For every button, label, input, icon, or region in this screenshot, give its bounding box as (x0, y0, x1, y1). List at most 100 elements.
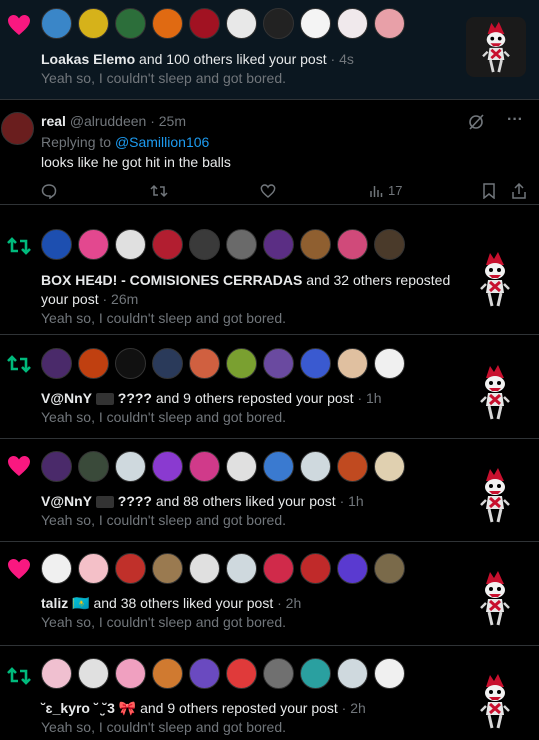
avatar[interactable] (1, 112, 34, 145)
reply-author-name[interactable]: real (41, 113, 66, 129)
avatar[interactable] (41, 658, 72, 689)
avatar[interactable] (78, 229, 109, 260)
avatar[interactable] (374, 658, 405, 689)
actor-name[interactable]: ˘ɛ_kyro ˘ ̮̮˘3 (41, 700, 115, 716)
repost-icon[interactable] (150, 183, 168, 199)
avatar[interactable] (337, 348, 368, 379)
avatar[interactable] (41, 451, 72, 482)
avatar[interactable] (152, 8, 183, 39)
reply-time[interactable]: · 25m (150, 113, 186, 129)
avatar[interactable] (300, 451, 331, 482)
share-icon[interactable] (511, 183, 527, 199)
avatar[interactable] (189, 451, 220, 482)
avatar[interactable] (115, 348, 146, 379)
notification-repost[interactable]: ˘ɛ_kyro ˘ ̮̮˘3 🎀 and 9 others reposted y… (0, 646, 539, 740)
avatar[interactable] (152, 229, 183, 260)
avatar[interactable] (226, 553, 257, 584)
actor-name[interactable]: BOX HE4D! - COMISIONES CERRADAS (41, 272, 302, 288)
post-preview[interactable]: Yeah so, I couldn't sleep and got bored. (41, 719, 286, 735)
replying-to-link[interactable]: @Samillion106 (115, 134, 209, 150)
avatar[interactable] (41, 229, 72, 260)
avatar[interactable] (263, 658, 294, 689)
notification-reply[interactable]: real @alruddeen · 25m ··· Replying to @S… (0, 100, 539, 205)
notification-like[interactable]: V@NnY ???? and 88 others liked your post… (0, 439, 539, 542)
avatar[interactable] (226, 658, 257, 689)
notification-like[interactable]: Loakas Elemo and 100 others liked your p… (0, 0, 539, 100)
post-preview[interactable]: Yeah so, I couldn't sleep and got bored. (41, 310, 286, 326)
avatar[interactable] (189, 348, 220, 379)
post-preview[interactable]: Yeah so, I couldn't sleep and got bored. (41, 70, 286, 86)
actor-name[interactable]: V@NnY (41, 493, 92, 509)
avatar[interactable] (300, 553, 331, 584)
views-button[interactable]: 17 (370, 183, 402, 198)
avatar[interactable] (263, 8, 294, 39)
avatar[interactable] (300, 658, 331, 689)
avatar[interactable] (115, 229, 146, 260)
avatar[interactable] (189, 658, 220, 689)
more-icon[interactable]: ··· (507, 111, 523, 129)
post-thumbnail[interactable] (480, 569, 510, 627)
avatar[interactable] (152, 348, 183, 379)
avatar[interactable] (78, 348, 109, 379)
avatar[interactable] (337, 8, 368, 39)
avatar[interactable] (374, 451, 405, 482)
reply-icon[interactable] (41, 183, 57, 199)
reply-header: real @alruddeen · 25m (41, 112, 186, 131)
avatar[interactable] (41, 553, 72, 584)
avatar[interactable] (152, 451, 183, 482)
mascot-image (481, 21, 511, 73)
grok-icon[interactable] (467, 113, 485, 134)
avatar[interactable] (41, 348, 72, 379)
avatar[interactable] (374, 229, 405, 260)
avatar[interactable] (300, 8, 331, 39)
notification-like[interactable]: taliz 🇰🇿 and 38 others liked your post ·… (0, 542, 539, 646)
avatar[interactable] (374, 8, 405, 39)
bookmark-icon[interactable] (482, 183, 496, 199)
reply-author-handle[interactable]: @alruddeen (70, 113, 147, 129)
post-thumbnail[interactable] (480, 363, 510, 421)
actor-name[interactable]: Loakas Elemo (41, 51, 135, 67)
post-thumbnail[interactable] (480, 250, 510, 308)
avatar[interactable] (226, 451, 257, 482)
avatar[interactable] (337, 553, 368, 584)
avatar[interactable] (152, 658, 183, 689)
avatar[interactable] (189, 8, 220, 39)
avatar[interactable] (263, 451, 294, 482)
avatar[interactable] (300, 348, 331, 379)
avatar[interactable] (337, 229, 368, 260)
actor-name[interactable]: V@NnY (41, 390, 92, 406)
post-preview[interactable]: Yeah so, I couldn't sleep and got bored. (41, 614, 286, 630)
avatar[interactable] (374, 348, 405, 379)
post-preview[interactable]: Yeah so, I couldn't sleep and got bored. (41, 512, 286, 528)
avatar[interactable] (189, 229, 220, 260)
avatar[interactable] (115, 8, 146, 39)
avatar[interactable] (337, 658, 368, 689)
avatar[interactable] (78, 451, 109, 482)
actor-name[interactable]: taliz (41, 595, 68, 611)
post-thumbnail[interactable] (480, 466, 510, 524)
avatar[interactable] (374, 553, 405, 584)
avatar[interactable] (41, 8, 72, 39)
avatar[interactable] (263, 348, 294, 379)
notification-repost[interactable]: V@NnY ???? and 9 others reposted your po… (0, 335, 539, 439)
avatar[interactable] (263, 229, 294, 260)
avatar[interactable] (152, 553, 183, 584)
avatar[interactable] (226, 8, 257, 39)
avatar[interactable] (78, 8, 109, 39)
avatar[interactable] (337, 451, 368, 482)
avatar[interactable] (78, 658, 109, 689)
post-preview[interactable]: Yeah so, I couldn't sleep and got bored. (41, 409, 286, 425)
avatar[interactable] (115, 658, 146, 689)
post-thumbnail[interactable] (480, 672, 510, 730)
avatar[interactable] (189, 553, 220, 584)
post-thumbnail[interactable] (466, 17, 526, 77)
notification-repost[interactable]: BOX HE4D! - COMISIONES CERRADAS and 32 o… (0, 205, 539, 335)
avatar[interactable] (226, 229, 257, 260)
avatar[interactable] (115, 451, 146, 482)
avatar[interactable] (263, 553, 294, 584)
avatar[interactable] (115, 553, 146, 584)
avatar[interactable] (78, 553, 109, 584)
avatar[interactable] (300, 229, 331, 260)
like-icon[interactable] (260, 183, 276, 199)
avatar[interactable] (226, 348, 257, 379)
